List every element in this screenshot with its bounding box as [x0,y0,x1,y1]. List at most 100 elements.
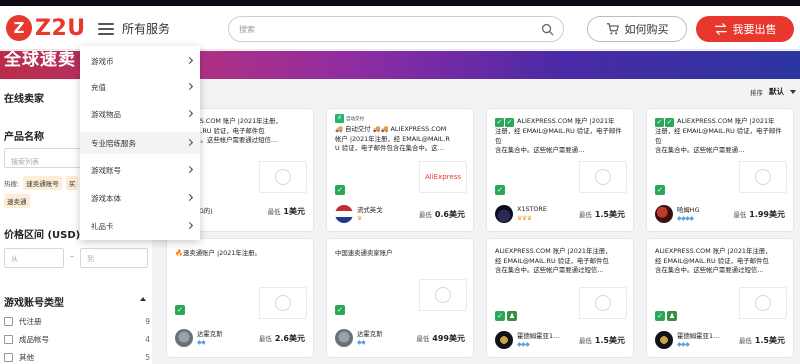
menu-item-game-keys[interactable]: 游戏本体 [80,187,200,209]
seller-name[interactable]: 达霍克斯 [357,329,383,338]
menu-item-label: 充值 [91,82,106,92]
verified-icon: ✓ [495,311,505,321]
seller-name[interactable]: 流式英戈 [357,205,383,214]
card-thumbnail[interactable] [259,161,307,193]
menu-item-top-up[interactable]: 充值 [80,76,200,98]
check-icon: ✓ [505,118,514,127]
all-services-dropdown: 游戏币 充值 游戏物品 专业陪练服务 游戏账号 游戏本体 礼品卡 [80,46,200,240]
avatar[interactable] [655,205,673,223]
check-icon: ✓ [665,118,674,127]
card-thumbnail[interactable] [419,279,467,311]
seller-name[interactable]: X1STORE [517,205,547,213]
seller-name[interactable]: 霍德姆霍亚1… [517,331,559,340]
account-type-heading[interactable]: 游戏账号类型 [4,294,64,309]
sell-button[interactable]: 我要出售 [696,16,794,42]
collapse-caret-icon[interactable] [140,297,146,301]
hot-tag[interactable]: 速卖通 [4,194,30,208]
placeholder-icon [595,295,611,311]
card-thumbnail[interactable]: AliExpress [419,161,467,193]
account-type-option[interactable]: 成品帐号 4 [4,332,150,346]
seller-rank-icon: ◆◆ [197,339,206,346]
card-title[interactable]: 🔥速卖通账户 |2021年注册。 [175,249,307,259]
search-input[interactable] [239,21,529,37]
menu-item-game-accounts[interactable]: 游戏账号 [80,159,200,181]
avatar[interactable] [335,329,353,347]
menu-item-gift-cards[interactable]: 礼品卡 [80,215,200,237]
listing-card[interactable]: ⚡ 自动交付 🚚 自动交付 🚚🚚 ALIEXPRESS.COM 帐户 |2021年… [326,108,474,232]
card-thumbnail[interactable] [579,287,627,319]
placeholder-icon [595,169,611,185]
menu-item-game-currency[interactable]: 游戏币 [80,50,200,72]
price-prefix: 最低 [739,337,752,345]
badge-icon: ♟ [667,311,677,321]
card-title[interactable]: ✓ ✓ ALIEXPRESS.COM 账户 |2021年 注册，经 EMAIL@M… [655,117,787,156]
listing-card[interactable]: ✓ ✓ ALIEXPRESS.COM 账户 |2021年 注册，经 EMAIL@M… [646,108,794,232]
price-to-input[interactable]: 到 [80,248,148,268]
seller-rank-icon: ◆◆◆ [677,341,690,348]
bolt-icon: ⚡ [335,114,344,123]
card-title[interactable]: ALIEXPRESS.COM 账户 |2021年注册， 经 EMAIL@MAIL… [495,247,627,276]
card-price: 最低 1.5美元 [739,335,785,346]
listing-card[interactable]: ALIEXPRESS.COM 账户 |2021年注册， 经 EMAIL@MAIL… [486,238,634,358]
avatar[interactable] [495,331,513,349]
menu-item-boosting[interactable]: 专业陪练服务 [80,132,200,154]
listing-card[interactable]: ALIEXPRESS.COM 账户 |2021年注册， 经 EMAIL@MAIL… [646,238,794,358]
all-services-menu[interactable]: 所有服务 [98,20,170,37]
banner-title: 全球速卖 [4,51,76,70]
checkbox[interactable] [4,352,13,362]
search-icon[interactable] [541,23,554,36]
card-price: 最低 2.6美元 [259,333,305,344]
how-to-buy-button[interactable]: 如何购买 [587,16,687,42]
avatar[interactable] [175,329,193,347]
sort-dropdown[interactable]: 默认 [769,86,784,97]
listing-area: 排序 默认 EXPRESS.COM 账户 |2021年注册， L@MAIL.RU… [160,80,800,364]
search-bar [228,16,564,42]
price-from-input[interactable]: 从 [4,248,64,268]
card-title[interactable]: 🚚 自动交付 🚚🚚 ALIEXPRESS.COM 帐户 |2021年注册，经 E… [335,125,467,154]
hot-tag[interactable]: 买 [65,176,79,190]
z2u-logo[interactable]: Z Z2U [6,15,86,41]
verified-icon: ✓ [335,185,345,195]
sort-caret-icon[interactable] [790,90,796,94]
card-thumbnail[interactable] [739,161,787,193]
seller-rank-icon: ◆◆◆◆ [677,215,694,222]
seller-name[interactable]: 达霍克斯 [197,329,223,338]
checkbox[interactable] [4,316,13,326]
online-seller-filter[interactable]: 在线卖家 [4,90,44,105]
seller-name[interactable]: 霍德姆霍亚1… [677,331,719,340]
account-type-option[interactable]: 其他 5 [4,350,150,364]
listing-card[interactable]: 中国速卖通卖家账户 ✓ 达霍克斯 ◆◆ 最低 499美元 [326,238,474,358]
verified-icon: ✓ [175,305,185,315]
seller-name[interactable]: 哈姆HG [677,205,700,214]
card-title[interactable]: ✓ ✓ ALIEXPRESS.COM 账户 |2021年 注册，经 EMAIL@M… [495,117,627,156]
card-price: 最低 1.99美元 [733,209,785,220]
card-thumbnail[interactable] [579,161,627,193]
hot-tag[interactable]: 速卖通账号 [23,176,62,190]
badge-icon: ♟ [507,311,517,321]
card-title[interactable]: 中国速卖通卖家账户 [335,249,467,259]
card-thumbnail[interactable] [739,287,787,319]
avatar[interactable] [335,205,353,223]
how-to-buy-label: 如何购买 [624,23,669,36]
auto-delivery-badge: ⚡ 自动交付 [335,114,364,123]
card-price: 最低 1.5美元 [579,209,625,220]
seller-rank-icon: ♛♛♛ [517,215,532,222]
chevron-right-icon [185,165,194,174]
account-type-option[interactable]: 代注册 9 [4,314,150,328]
placeholder-icon [755,169,771,185]
checkbox[interactable] [4,334,13,344]
aliexpress-logo: AliExpress [424,173,461,181]
price-value: 1.5美元 [594,210,625,219]
price-range-heading: 价格区间 (USD) [4,230,81,241]
listing-card[interactable]: 🔥速卖通账户 |2021年注册。 ✓ 达霍克斯 ◆◆ 最低 2.6美元 [166,238,314,358]
menu-item-game-items[interactable]: 游戏物品 [80,103,200,125]
avatar[interactable] [655,331,673,349]
placeholder-icon [275,295,291,311]
card-title[interactable]: ALIEXPRESS.COM 账户 |2021年注册， 经 EMAIL@MAIL… [655,247,787,276]
listing-card[interactable]: ✓ ✓ ALIEXPRESS.COM 账户 |2021年 注册，经 EMAIL@M… [486,108,634,232]
menu-item-label: 游戏物品 [91,109,121,119]
avatar[interactable] [495,205,513,223]
hot-search-label: 热搜: [4,180,20,188]
sort-bar: 排序 默认 [160,80,800,102]
card-thumbnail[interactable] [259,287,307,319]
